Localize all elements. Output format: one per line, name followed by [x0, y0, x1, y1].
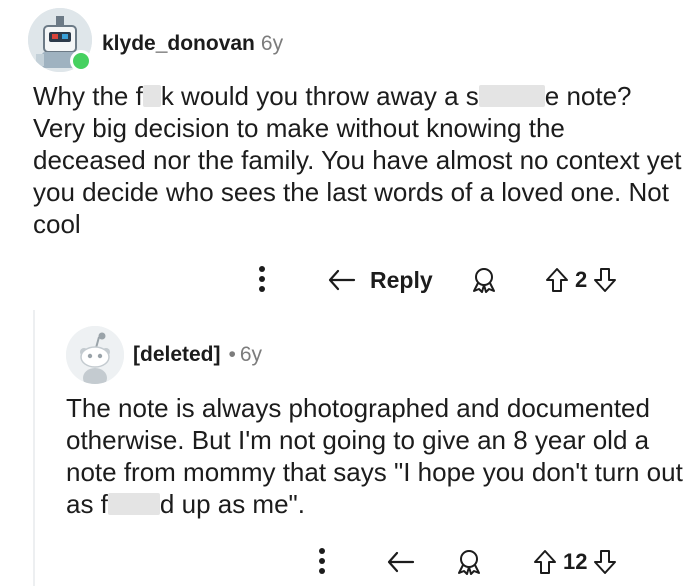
snoo-avatar-icon	[66, 326, 124, 384]
comment-body: Why the fk would you throw away a se not…	[33, 80, 683, 240]
reply-button[interactable]: Reply	[326, 266, 433, 294]
comment-meta: klyde_donovan 6y	[102, 32, 283, 56]
comment-age: 6y	[260, 32, 284, 55]
comment-text-part: k would you throw away a s	[160, 81, 479, 111]
redaction-box	[107, 493, 160, 515]
reply-meta: [deleted] • 6y	[133, 343, 262, 367]
reply-body: The note is always photographed and docu…	[66, 392, 686, 520]
online-status-indicator	[70, 50, 92, 72]
reply-award-button[interactable]	[455, 548, 483, 576]
reply-arrow-icon	[387, 551, 415, 573]
award-button[interactable]	[470, 266, 498, 294]
reply-label: Reply	[370, 266, 433, 293]
redaction-box	[142, 85, 161, 107]
more-options-button[interactable]	[252, 264, 272, 294]
meta-separator: •	[228, 343, 236, 366]
upvote-icon[interactable]	[533, 548, 557, 576]
award-icon	[473, 268, 495, 293]
reply-more-options-button[interactable]	[312, 546, 332, 576]
upvote-icon[interactable]	[545, 266, 569, 294]
more-options-icon	[259, 266, 265, 292]
thread-line[interactable]	[33, 310, 35, 586]
more-options-icon	[319, 548, 325, 574]
vote-count: 2	[575, 267, 588, 292]
reply-text-part: d up as me".	[159, 489, 306, 519]
reply-age: 6y	[239, 343, 263, 366]
redaction-box	[478, 85, 545, 107]
vote-controls: 2	[545, 266, 617, 294]
reply-vote-controls: 12	[533, 548, 617, 576]
username-link[interactable]: klyde_donovan	[102, 32, 255, 55]
reply-vote-count: 12	[563, 549, 588, 574]
comment-text-part: Why the f	[33, 81, 143, 111]
downvote-icon[interactable]	[593, 548, 617, 576]
reply-arrow-icon	[328, 269, 356, 291]
award-icon	[458, 550, 480, 575]
deleted-user-avatar	[66, 326, 124, 384]
downvote-icon[interactable]	[593, 266, 617, 294]
reply-reply-button[interactable]	[385, 548, 417, 576]
deleted-username: [deleted]	[133, 343, 221, 366]
